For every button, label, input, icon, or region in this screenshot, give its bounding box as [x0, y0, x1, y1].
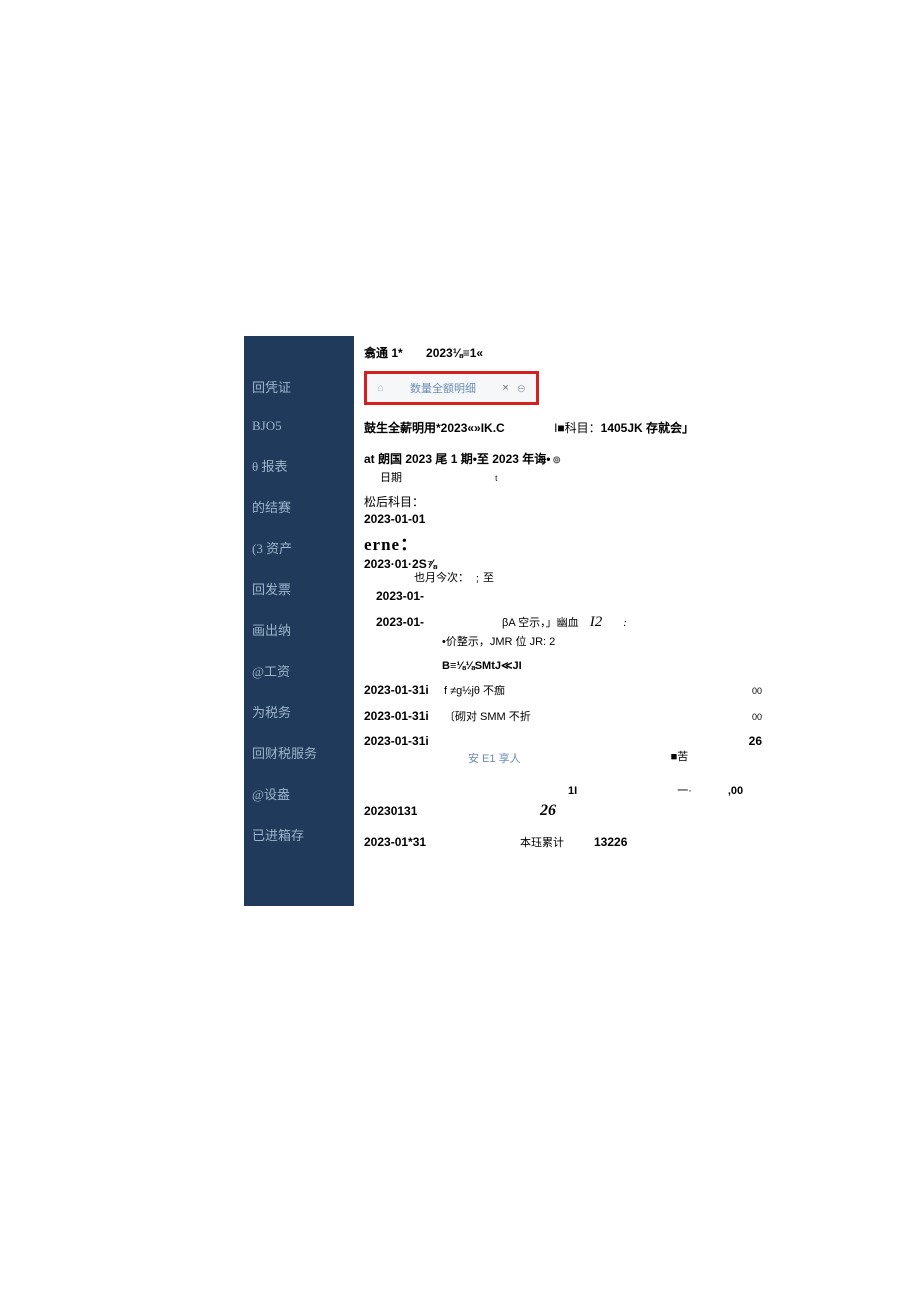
subject-value: 1405JK 存就会」: [601, 421, 694, 435]
table-row: 2023-01-31i 〔砌对 SMM 不折 00: [364, 708, 762, 724]
period-line: at 朗国 2023 尾 1 期•至 2023 年诲•⊚: [364, 450, 762, 467]
sidebar-item-invoice[interactable]: 回发票: [244, 568, 354, 609]
close-icon[interactable]: ×: [502, 382, 508, 394]
sidebar-item-voucher[interactable]: 回凭证: [244, 366, 354, 407]
row-date: 2023-01-31i: [364, 734, 444, 748]
page-title: 鼓生全薪明用*2023«»IK.C: [364, 421, 505, 435]
tab-detail[interactable]: 数量全额明细: [392, 380, 495, 396]
sidebar-item-jiesai[interactable]: 的结赛: [244, 486, 354, 527]
home-icon[interactable]: ⌂: [377, 382, 384, 394]
row-amount: 00: [738, 686, 762, 696]
top-header: 翕通 1* 2023⅛≡1«: [364, 344, 762, 361]
row-amount: 00: [738, 712, 762, 722]
cumulative-label: 本珏累计: [520, 834, 564, 850]
table-row: 2023-01-31i f ≠g½jθ 不痂 00: [364, 682, 762, 698]
sidebar-item-archive[interactable]: 已进箱存: [244, 814, 354, 855]
row-date: 2023-01-31i: [364, 683, 444, 697]
row-date: 2023-01-31i: [364, 709, 444, 723]
refresh-small-icon[interactable]: ⊚: [552, 455, 560, 466]
t-sub: t: [495, 474, 497, 483]
after-subject-label: 松后科目：: [364, 493, 762, 510]
date-20230131: 20230131: [364, 804, 444, 818]
row-desc: 〔砌对 SMM 不折: [444, 708, 738, 724]
month-range: 也月今次： ﹔至: [414, 569, 762, 585]
sidebar-item-tax[interactable]: 为税务: [244, 691, 354, 732]
tab-bar-highlighted: ⌂ 数量全额明细 × ⊖: [364, 371, 539, 405]
row-amount: 26: [738, 734, 762, 748]
date-2023-01-01: 2023-01-01: [364, 512, 762, 526]
date-b: 2023-01-: [376, 615, 424, 629]
n1: 1I: [568, 785, 577, 797]
org-name: 翕通 1*: [364, 346, 403, 360]
summary-row: 1I 一· ,00: [364, 782, 762, 798]
page-title-row: 鼓生全薪明用*2023«»IK.C I■科目：1405JK 存就会」: [364, 419, 762, 436]
erne-label: erne：: [364, 530, 762, 555]
sidebar: 回凭证 BJO5 θ 报表 的结赛 (3 资产 回发票 画出纳 @工资 为税务 …: [244, 336, 354, 906]
ba-line1: βA 空示，」幽血 I2 :: [502, 614, 762, 631]
sidebar-item-salary[interactable]: @工资: [244, 650, 354, 691]
dash: 一·: [677, 782, 692, 798]
sidebar-item-report[interactable]: θ 报表: [244, 445, 354, 486]
app-root: 回凭证 BJO5 θ 报表 的结赛 (3 资产 回发票 画出纳 @工资 为税务 …: [244, 336, 772, 906]
jmr-line: •价整示，JMR 位 JR: 2: [442, 633, 762, 649]
final-date: 2023-01*31: [364, 835, 444, 849]
period-label: 2023⅛≡1«: [426, 346, 483, 360]
sidebar-item-bjo5[interactable]: BJO5: [244, 407, 354, 445]
i26: 26: [540, 802, 556, 820]
table-row: 2023-01-31i 26: [364, 734, 762, 748]
amount: ,00: [728, 785, 743, 797]
row-desc: f ≠g½jθ 不痂: [444, 682, 738, 698]
private-label: 安 E1 享人: [468, 750, 521, 766]
i2-value: I2: [590, 614, 603, 630]
main-content: 翕通 1* 2023⅛≡1« ⌂ 数量全额明细 × ⊖ 鼓生全薪明用*2023«…: [354, 336, 772, 906]
date-label: 日期 t: [380, 469, 762, 485]
subject-label: I■科目：: [554, 421, 601, 435]
be-line: B≡⅛⅛SMtJ≪JI: [442, 659, 762, 672]
date-a: 2023-01-: [376, 589, 762, 603]
sidebar-item-fintax-service[interactable]: 回财税服务: [244, 732, 354, 773]
colon: :: [623, 617, 627, 629]
row-final: 2023-01*31 本珏累计 13226: [364, 834, 762, 850]
sidebar-item-cashier[interactable]: 画出纳: [244, 609, 354, 650]
cumulative-amount: 13226: [594, 835, 627, 849]
sidebar-item-asset[interactable]: (3 资产: [244, 527, 354, 568]
refresh-icon[interactable]: ⊖: [517, 382, 526, 395]
ku-label: ■苦: [671, 748, 689, 766]
row-20230131: 20230131 26: [364, 802, 762, 820]
sidebar-item-settings[interactable]: @设盎: [244, 773, 354, 814]
